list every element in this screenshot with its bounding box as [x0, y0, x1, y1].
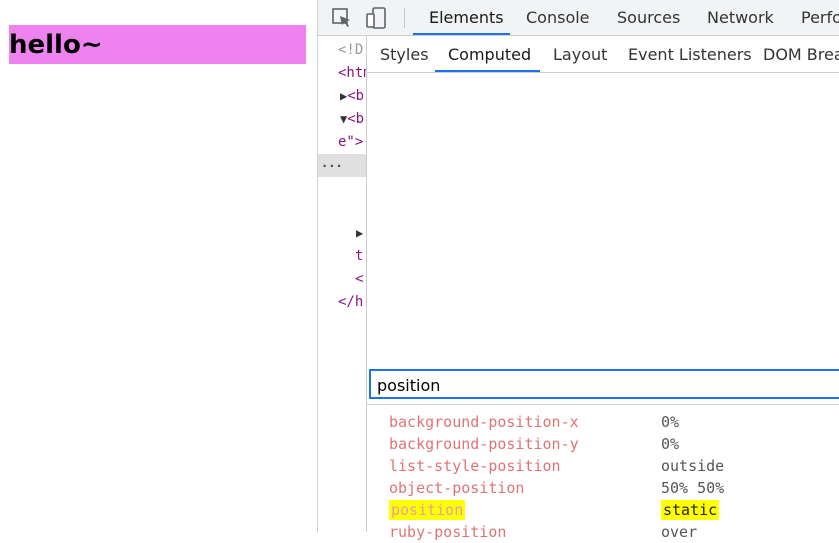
device-toolbar-icon[interactable]: [364, 6, 388, 30]
tab-dom-breakpoints[interactable]: DOM Brea: [763, 36, 839, 72]
expand-triangle-icon[interactable]: ▶: [356, 226, 363, 240]
tab-sources[interactable]: Sources: [617, 0, 680, 35]
property-row-highlighted[interactable]: position static: [367, 499, 839, 521]
page-viewport: hello~: [0, 0, 317, 532]
property-row[interactable]: background-position-y 0%: [367, 433, 839, 455]
dom-html-close[interactable]: </h: [338, 294, 363, 310]
property-name-wrap: position: [389, 500, 466, 520]
property-name: ruby-position: [389, 523, 507, 541]
property-row[interactable]: ruby-position over: [367, 521, 839, 543]
property-value: static: [661, 500, 720, 520]
computed-properties: background-position-x 0% background-posi…: [367, 404, 839, 541]
dom-html-open[interactable]: <htm: [338, 65, 366, 81]
property-value: 0%: [661, 413, 680, 431]
dom-doctype[interactable]: <!D: [338, 42, 363, 58]
tab-performance[interactable]: Perfo: [801, 0, 839, 35]
hello-heading: hello~: [9, 30, 103, 60]
property-value-wrap: static: [661, 500, 720, 520]
active-subtab-indicator: [435, 70, 540, 72]
property-value: 50% 50%: [661, 479, 725, 497]
dom-head-row: ▶<b: [340, 88, 364, 104]
active-tab-indicator: [413, 33, 510, 35]
property-value: over: [661, 523, 698, 541]
devtools-panel: Elements Console Sources Network Perfo <…: [317, 0, 839, 541]
dom-head-tag[interactable]: <b: [347, 88, 364, 104]
property-value: 0%: [661, 435, 680, 453]
property-name: list-style-position: [389, 457, 561, 475]
tab-computed[interactable]: Computed: [448, 36, 531, 72]
sidebar-tabs: Styles Computed Layout Event Listeners D…: [367, 36, 839, 73]
property-name: object-position: [389, 479, 525, 497]
property-row[interactable]: object-position 50% 50%: [367, 477, 839, 499]
property-name: background-position-y: [389, 435, 579, 453]
more-options-icon[interactable]: ...: [321, 156, 343, 170]
tab-styles[interactable]: Styles: [380, 36, 429, 72]
computed-filter[interactable]: [369, 369, 839, 399]
dom-attr-fragment[interactable]: e">: [338, 134, 363, 150]
property-value: outside: [661, 457, 725, 475]
devtools-toolbar: Elements Console Sources Network Perfo: [318, 0, 839, 36]
inspect-element-icon[interactable]: [330, 6, 354, 30]
dom-close-fragment[interactable]: <: [355, 271, 363, 287]
property-row[interactable]: list-style-position outside: [367, 455, 839, 477]
property-name: position: [389, 500, 466, 520]
tab-network[interactable]: Network: [707, 0, 774, 35]
dom-tree: <!D <htm ▶<b ▼<b e"> ... ▶ t < </h: [318, 36, 367, 532]
filter-input[interactable]: [377, 374, 817, 396]
property-row[interactable]: background-position-x 0%: [367, 411, 839, 433]
dom-body-tag[interactable]: <b: [347, 111, 364, 127]
dom-child-row: ▶: [356, 225, 363, 241]
styles-sidebar: Styles Computed Layout Event Listeners D…: [367, 36, 839, 541]
tab-console[interactable]: Console: [526, 0, 590, 35]
dom-text-fragment[interactable]: t: [355, 248, 363, 264]
tab-elements[interactable]: Elements: [429, 0, 504, 35]
dom-body-row: ▼<b: [340, 111, 364, 127]
property-name: background-position-x: [389, 413, 579, 431]
tab-event-listeners[interactable]: Event Listeners: [628, 36, 752, 72]
tab-layout[interactable]: Layout: [553, 36, 607, 72]
toolbar-separator: [404, 8, 405, 28]
